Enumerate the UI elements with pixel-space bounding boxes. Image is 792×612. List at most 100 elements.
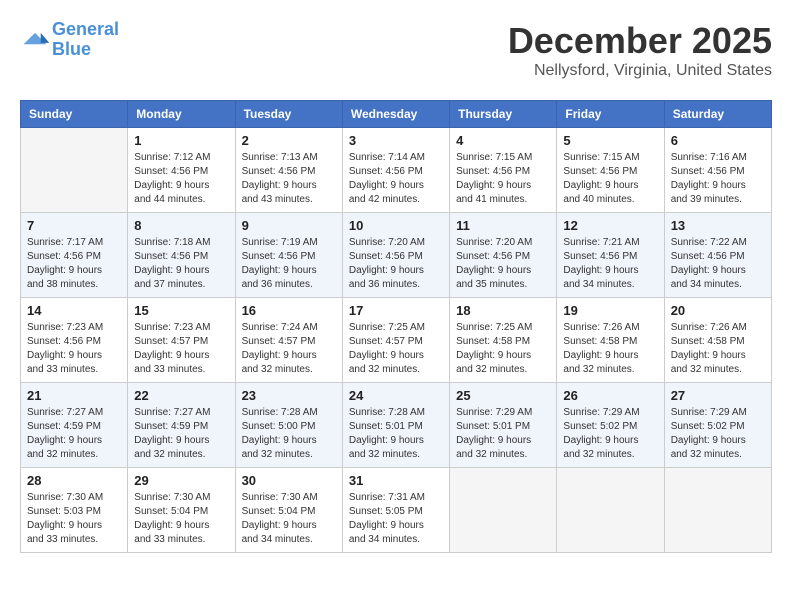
calendar-cell: 26 Sunrise: 7:29 AMSunset: 5:02 PMDayligh… (557, 383, 664, 468)
day-number: 12 (563, 218, 657, 233)
calendar-cell: 22 Sunrise: 7:27 AMSunset: 4:59 PMDayligh… (128, 383, 235, 468)
day-number: 19 (563, 303, 657, 318)
weekday-header-wednesday: Wednesday (342, 101, 449, 128)
weekday-header-friday: Friday (557, 101, 664, 128)
calendar-cell: 13 Sunrise: 7:22 AMSunset: 4:56 PMDayligh… (664, 213, 771, 298)
day-info: Sunrise: 7:17 AMSunset: 4:56 PMDaylight:… (27, 236, 121, 292)
calendar-cell: 5 Sunrise: 7:15 AMSunset: 4:56 PMDaylight… (557, 128, 664, 213)
day-info: Sunrise: 7:30 AMSunset: 5:04 PMDaylight:… (134, 491, 228, 547)
day-info: Sunrise: 7:21 AMSunset: 4:56 PMDaylight:… (563, 236, 657, 292)
calendar-cell (557, 468, 664, 553)
day-number: 10 (349, 218, 443, 233)
calendar-cell: 15Sunrise: 7:23 AMSunset: 4:57 PMDayligh… (128, 298, 235, 383)
day-info: Sunrise: 7:26 AMSunset: 4:58 PMDaylight:… (671, 321, 765, 377)
day-number: 29 (134, 473, 228, 488)
day-number: 16 (242, 303, 336, 318)
weekday-header-saturday: Saturday (664, 101, 771, 128)
day-info: Sunrise: 7:23 AMSunset: 4:57 PMDaylight:… (134, 321, 228, 377)
day-info: Sunrise: 7:29 AMSunset: 5:02 PMDaylight:… (563, 406, 657, 462)
day-number: 2 (242, 133, 336, 148)
calendar-cell: 1 Sunrise: 7:12 AMSunset: 4:56 PMDaylight… (128, 128, 235, 213)
calendar-cell: 24 Sunrise: 7:28 AMSunset: 5:01 PMDayligh… (342, 383, 449, 468)
calendar-cell: 19 Sunrise: 7:26 AMSunset: 4:58 PMDayligh… (557, 298, 664, 383)
day-number: 11 (456, 218, 550, 233)
location: Nellysford, Virginia, United States (508, 62, 772, 80)
logo-general: General (52, 19, 119, 39)
day-number: 28 (27, 473, 121, 488)
day-info: Sunrise: 7:19 AMSunset: 4:56 PMDaylight:… (242, 236, 336, 292)
calendar-cell: 9 Sunrise: 7:19 AMSunset: 4:56 PMDaylight… (235, 213, 342, 298)
day-info: Sunrise: 7:25 AMSunset: 4:57 PMDaylight:… (349, 321, 443, 377)
calendar-cell (21, 128, 128, 213)
day-number: 26 (563, 388, 657, 403)
day-number: 20 (671, 303, 765, 318)
day-number: 7 (27, 218, 121, 233)
day-info: Sunrise: 7:28 AMSunset: 5:01 PMDaylight:… (349, 406, 443, 462)
day-info: Sunrise: 7:27 AMSunset: 4:59 PMDaylight:… (134, 406, 228, 462)
calendar-cell: 3 Sunrise: 7:14 AMSunset: 4:56 PMDaylight… (342, 128, 449, 213)
calendar-cell: 28 Sunrise: 7:30 AMSunset: 5:03 PMDayligh… (21, 468, 128, 553)
day-number: 21 (27, 388, 121, 403)
calendar-cell: 2 Sunrise: 7:13 AMSunset: 4:56 PMDaylight… (235, 128, 342, 213)
calendar-cell: 23Sunrise: 7:28 AMSunset: 5:00 PMDayligh… (235, 383, 342, 468)
day-number: 14 (27, 303, 121, 318)
day-info: Sunrise: 7:27 AMSunset: 4:59 PMDaylight:… (27, 406, 121, 462)
day-info: Sunrise: 7:20 AMSunset: 4:56 PMDaylight:… (456, 236, 550, 292)
day-info: Sunrise: 7:29 AMSunset: 5:02 PMDaylight:… (671, 406, 765, 462)
day-info: Sunrise: 7:15 AMSunset: 4:56 PMDaylight:… (563, 151, 657, 207)
day-number: 23 (242, 388, 336, 403)
day-info: Sunrise: 7:12 AMSunset: 4:56 PMDaylight:… (134, 151, 228, 207)
weekday-header-tuesday: Tuesday (235, 101, 342, 128)
logo: General Blue (20, 20, 119, 60)
day-number: 22 (134, 388, 228, 403)
calendar-cell: 4Sunrise: 7:15 AMSunset: 4:56 PMDaylight… (450, 128, 557, 213)
calendar-cell: 18 Sunrise: 7:25 AMSunset: 4:58 PMDayligh… (450, 298, 557, 383)
calendar-cell: 31 Sunrise: 7:31 AMSunset: 5:05 PMDayligh… (342, 468, 449, 553)
day-number: 30 (242, 473, 336, 488)
day-number: 18 (456, 303, 550, 318)
day-info: Sunrise: 7:22 AMSunset: 4:56 PMDaylight:… (671, 236, 765, 292)
calendar-cell: 10 Sunrise: 7:20 AMSunset: 4:56 PMDayligh… (342, 213, 449, 298)
day-info: Sunrise: 7:25 AMSunset: 4:58 PMDaylight:… (456, 321, 550, 377)
day-number: 17 (349, 303, 443, 318)
weekday-header-monday: Monday (128, 101, 235, 128)
day-info: Sunrise: 7:14 AMSunset: 4:56 PMDaylight:… (349, 151, 443, 207)
month-year: December 2025 (508, 20, 772, 62)
calendar-cell: 30Sunrise: 7:30 AMSunset: 5:04 PMDayligh… (235, 468, 342, 553)
calendar-cell: 17 Sunrise: 7:25 AMSunset: 4:57 PMDayligh… (342, 298, 449, 383)
day-info: Sunrise: 7:30 AMSunset: 5:03 PMDaylight:… (27, 491, 121, 547)
calendar-cell (664, 468, 771, 553)
calendar-table: SundayMondayTuesdayWednesdayThursdayFrid… (20, 100, 772, 553)
day-number: 27 (671, 388, 765, 403)
logo-blue: Blue (52, 39, 91, 59)
day-info: Sunrise: 7:24 AMSunset: 4:57 PMDaylight:… (242, 321, 336, 377)
day-info: Sunrise: 7:13 AMSunset: 4:56 PMDaylight:… (242, 151, 336, 207)
calendar-cell: 20 Sunrise: 7:26 AMSunset: 4:58 PMDayligh… (664, 298, 771, 383)
day-number: 9 (242, 218, 336, 233)
day-info: Sunrise: 7:31 AMSunset: 5:05 PMDaylight:… (349, 491, 443, 547)
calendar-cell: 25 Sunrise: 7:29 AMSunset: 5:01 PMDayligh… (450, 383, 557, 468)
calendar-cell: 7 Sunrise: 7:17 AMSunset: 4:56 PMDaylight… (21, 213, 128, 298)
calendar-cell (450, 468, 557, 553)
calendar-cell: 16 Sunrise: 7:24 AMSunset: 4:57 PMDayligh… (235, 298, 342, 383)
day-number: 13 (671, 218, 765, 233)
weekday-header-thursday: Thursday (450, 101, 557, 128)
calendar-cell: 21 Sunrise: 7:27 AMSunset: 4:59 PMDayligh… (21, 383, 128, 468)
day-number: 6 (671, 133, 765, 148)
day-number: 1 (134, 133, 228, 148)
day-info: Sunrise: 7:26 AMSunset: 4:58 PMDaylight:… (563, 321, 657, 377)
day-number: 5 (563, 133, 657, 148)
calendar-cell: 14 Sunrise: 7:23 AMSunset: 4:56 PMDayligh… (21, 298, 128, 383)
day-number: 3 (349, 133, 443, 148)
day-number: 31 (349, 473, 443, 488)
calendar-cell: 8Sunrise: 7:18 AMSunset: 4:56 PMDaylight… (128, 213, 235, 298)
calendar-cell: 27 Sunrise: 7:29 AMSunset: 5:02 PMDayligh… (664, 383, 771, 468)
day-info: Sunrise: 7:23 AMSunset: 4:56 PMDaylight:… (27, 321, 121, 377)
calendar-cell: 6 Sunrise: 7:16 AMSunset: 4:56 PMDaylight… (664, 128, 771, 213)
day-info: Sunrise: 7:29 AMSunset: 5:01 PMDaylight:… (456, 406, 550, 462)
day-number: 24 (349, 388, 443, 403)
day-info: Sunrise: 7:20 AMSunset: 4:56 PMDaylight:… (349, 236, 443, 292)
title-section: December 2025 Nellysford, Virginia, Unit… (508, 20, 772, 80)
day-number: 25 (456, 388, 550, 403)
day-info: Sunrise: 7:16 AMSunset: 4:56 PMDaylight:… (671, 151, 765, 207)
